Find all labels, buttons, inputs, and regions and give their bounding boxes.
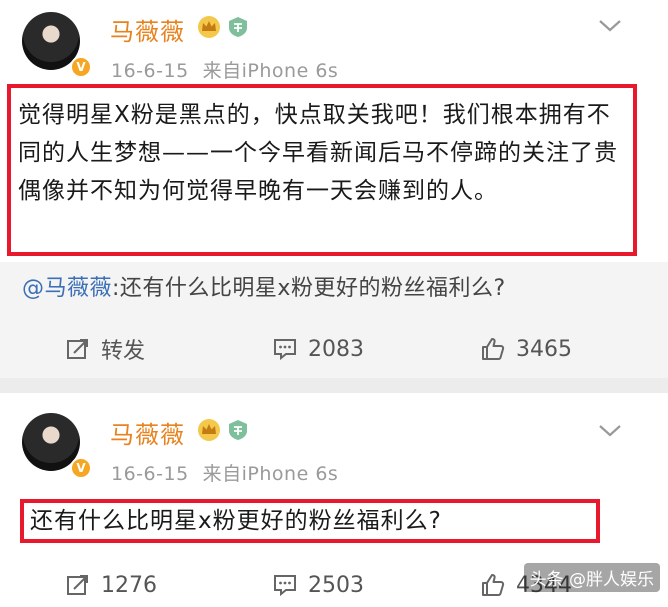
- post-separator: [0, 378, 668, 393]
- crown-icon: [198, 16, 220, 38]
- repost-author-link[interactable]: @马薇薇: [22, 276, 112, 301]
- repost-button[interactable]: 1276: [65, 563, 157, 607]
- thumbs-up-icon: [482, 574, 505, 596]
- repost-text: @马薇薇:还有什么比明星x粉更好的粉丝福利么?: [22, 270, 506, 302]
- post-meta: 16-6-15 来自iPhone 6s: [111, 56, 338, 83]
- comment-button[interactable]: 2083: [272, 327, 364, 371]
- repost-icon: [67, 575, 88, 595]
- verified-v-icon: V: [70, 457, 92, 479]
- repost-icon: [67, 339, 88, 359]
- badge-icon: [229, 17, 247, 37]
- post-meta: 16-6-15 来自iPhone 6s: [111, 459, 338, 486]
- repost-button[interactable]: 转发: [65, 327, 145, 371]
- comment-button[interactable]: 2503: [272, 563, 364, 607]
- action-bar: 转发 2083 3465: [0, 327, 668, 371]
- comment-count: 2083: [308, 336, 364, 362]
- comment-icon: [274, 339, 296, 361]
- watermark: 头条 @胖人娱乐: [523, 563, 660, 592]
- weibo-post-1: V 马薇薇 16-6-15 来自iPhone 6s 觉得明星X粉是黑点的，快点取关…: [0, 0, 668, 378]
- repost-label: 转发: [101, 339, 146, 364]
- comment-icon: [274, 575, 296, 597]
- verified-v-icon: V: [70, 56, 92, 78]
- post-source[interactable]: 来自iPhone 6s: [203, 60, 339, 82]
- crown-icon: [198, 419, 220, 441]
- repost-count: 1276: [101, 572, 157, 598]
- like-count: 3465: [516, 336, 572, 362]
- badge-icon: [229, 420, 247, 440]
- comment-count: 2503: [308, 572, 364, 598]
- author-name[interactable]: 马薇薇: [110, 12, 185, 47]
- post-date: 16-6-15: [111, 463, 189, 485]
- post-date: 16-6-15: [111, 60, 189, 82]
- post-text: 觉得明星X粉是黑点的，快点取关我吧！我们根本拥有不同的人生梦想——一个今早看新闻…: [18, 102, 618, 204]
- chevron-down-icon[interactable]: [597, 18, 623, 34]
- author-name[interactable]: 马薇薇: [110, 415, 185, 450]
- post-source[interactable]: 来自iPhone 6s: [203, 463, 339, 485]
- thumbs-up-icon: [482, 338, 505, 360]
- post-text: 还有什么比明星x粉更好的粉丝福利么?: [30, 508, 442, 534]
- highlight-box: 还有什么比明星x粉更好的粉丝福利么?: [20, 499, 600, 543]
- repost-body: :还有什么比明星x粉更好的粉丝福利么?: [112, 276, 506, 301]
- highlight-box: 觉得明星X粉是黑点的，快点取关我吧！我们根本拥有不同的人生梦想——一个今早看新闻…: [7, 84, 637, 256]
- like-button[interactable]: 3465: [480, 327, 572, 371]
- chevron-down-icon[interactable]: [597, 423, 623, 439]
